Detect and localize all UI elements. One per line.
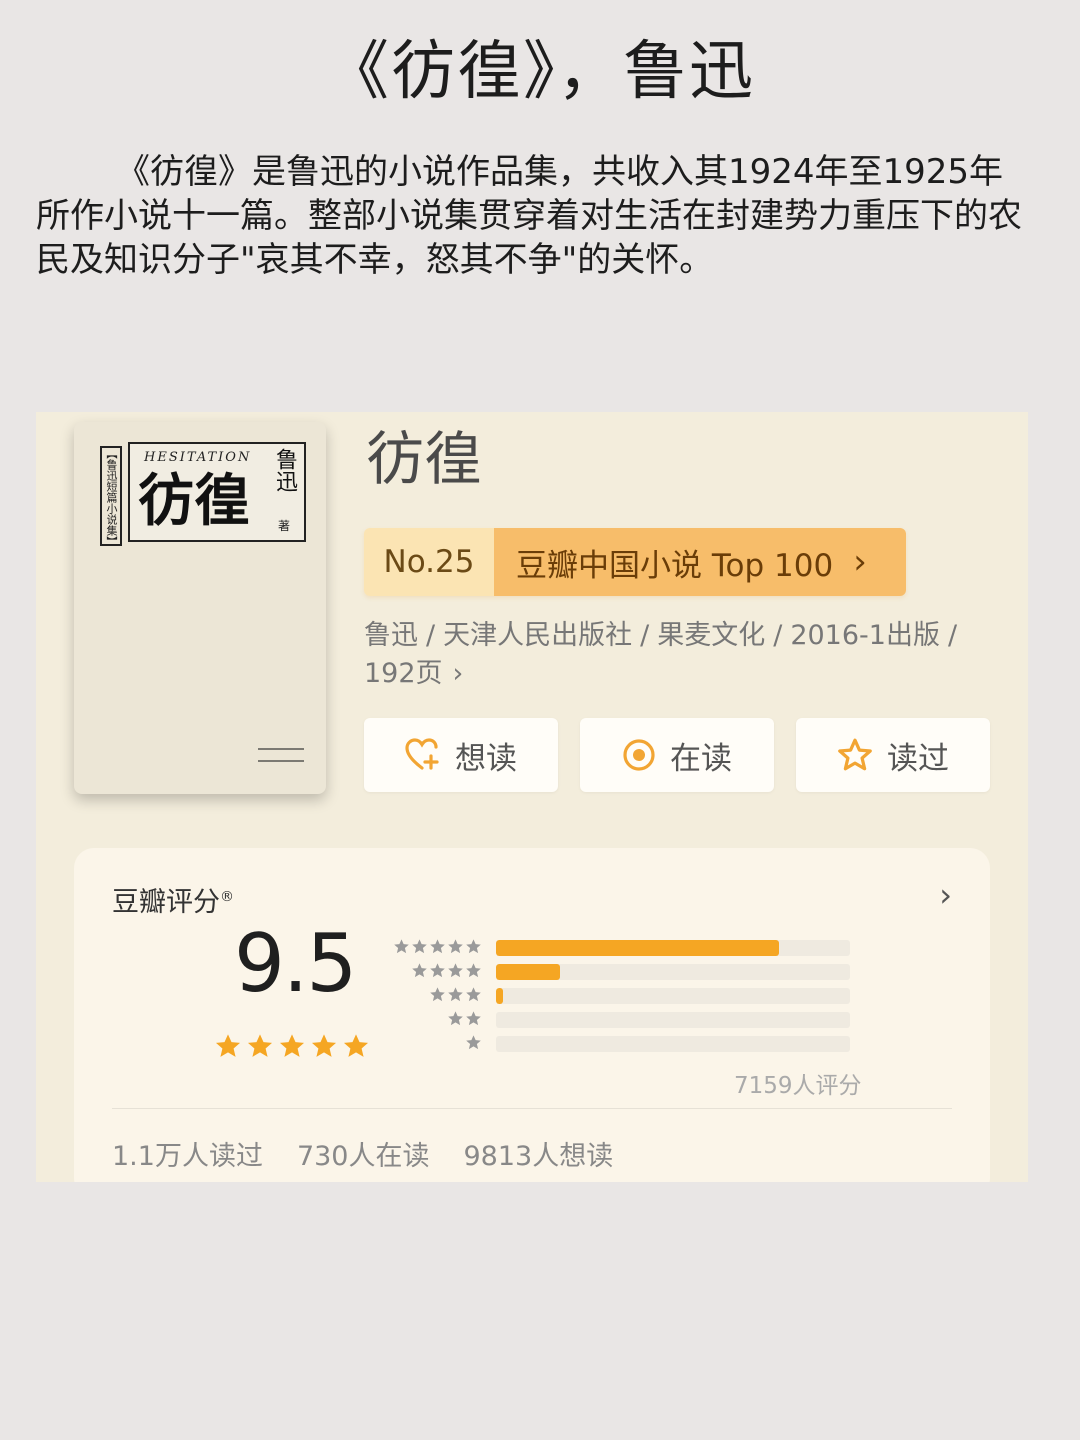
star-icon <box>343 1034 369 1057</box>
cover-title-box: HESITATION 彷徨 鲁迅 著 <box>128 442 306 542</box>
star-icon <box>466 939 481 954</box>
cover-publisher-logo <box>258 748 304 762</box>
star-icon <box>466 1011 481 1026</box>
star-icon <box>311 1034 337 1057</box>
divider <box>112 1108 952 1109</box>
distribution-stars <box>410 962 482 979</box>
cover-series-label: 【鲁迅短篇小说集】 <box>100 446 122 547</box>
meta-pages: 192页 <box>364 658 443 689</box>
rank-number: No.25 <box>364 528 494 596</box>
rating-label: 豆瓣评分® <box>112 880 234 919</box>
cover-chinese-title: 彷徨 <box>138 468 250 534</box>
distribution-row-2 <box>394 1008 854 1032</box>
distribution-stars <box>428 986 482 1003</box>
distribution-row-3 <box>394 984 854 1008</box>
action-buttons: 想读 在读 读过 <box>364 718 1012 792</box>
target-icon <box>623 739 655 771</box>
meta-author: 鲁迅 <box>364 620 418 651</box>
intro-paragraph: 《彷徨》是鲁迅的小说作品集，共收入其1924年至1925年所作小说十一篇。整部小… <box>36 152 1022 280</box>
distribution-track <box>496 940 850 956</box>
star-icon <box>394 939 409 954</box>
meta-publish-date: 2016-1出版 <box>790 620 940 651</box>
reading-button[interactable]: 在读 <box>580 718 774 792</box>
want-to-read-button[interactable]: 想读 <box>364 718 558 792</box>
rating-panel[interactable]: 豆瓣评分® › 9.5 7159人评分 1.1万人读过 730人在读 9813人… <box>74 848 990 1182</box>
chevron-right-icon: › <box>452 658 464 689</box>
distribution-bar <box>496 940 780 956</box>
have-read-label: 读过 <box>887 740 949 777</box>
rating-count: 7159人评分 <box>734 1073 862 1099</box>
reader-stats: 1.1万人读过 730人在读 9813人想读 <box>112 1134 647 1173</box>
rank-list-name: 豆瓣中国小说 Top 100 › <box>494 528 906 596</box>
star-icon <box>412 963 427 978</box>
distribution-stars <box>446 1010 482 1027</box>
rank-banner[interactable]: No.25 豆瓣中国小说 Top 100 › <box>364 528 906 596</box>
want-to-read-label: 想读 <box>455 740 517 777</box>
star-icon <box>215 1034 241 1057</box>
star-icon <box>466 963 481 978</box>
star-icon <box>430 939 445 954</box>
star-icon <box>430 987 445 1002</box>
meta-publisher: 天津人民出版社 <box>443 620 633 651</box>
star-icon <box>279 1034 305 1057</box>
star-outline-icon <box>838 738 872 771</box>
star-icon <box>448 987 463 1002</box>
chevron-right-icon[interactable]: › <box>939 876 952 914</box>
heart-plus-icon <box>405 738 439 770</box>
book-cover[interactable]: 【鲁迅短篇小说集】 HESITATION 彷徨 鲁迅 著 <box>74 422 326 794</box>
distribution-row-4 <box>394 960 854 984</box>
star-icon <box>466 987 481 1002</box>
distribution-row-5 <box>394 936 854 960</box>
stat-reading[interactable]: 730人在读 <box>297 1134 430 1173</box>
book-meta[interactable]: 鲁迅 / 天津人民出版社 / 果麦文化/2016-1出版/192页 › <box>364 617 1004 693</box>
stat-want[interactable]: 9813人想读 <box>464 1134 614 1173</box>
rating-label-text: 豆瓣评分 <box>112 887 220 918</box>
star-icon <box>448 939 463 954</box>
star-icon <box>412 939 427 954</box>
cover-author-suffix: 著 <box>277 519 290 533</box>
distribution-bar <box>496 964 560 980</box>
star-icon <box>247 1034 273 1057</box>
star-icon <box>430 963 445 978</box>
distribution-stars <box>464 1034 482 1051</box>
stat-read[interactable]: 1.1万人读过 <box>112 1134 263 1173</box>
book-card: 【鲁迅短篇小说集】 HESITATION 彷徨 鲁迅 著 彷徨 No.25 豆瓣… <box>36 412 1028 1182</box>
have-read-button[interactable]: 读过 <box>796 718 990 792</box>
rating-score: 9.5 <box>234 917 357 1010</box>
star-icon <box>448 1011 463 1026</box>
cover-author: 鲁迅 <box>272 448 297 492</box>
chevron-right-icon: › <box>853 542 867 582</box>
distribution-track <box>496 988 850 1004</box>
book-title: 彷徨 <box>366 425 483 493</box>
distribution-bar <box>496 988 504 1004</box>
distribution-track <box>496 1036 850 1052</box>
distribution-row-1 <box>394 1032 854 1056</box>
distribution-stars <box>392 938 482 955</box>
score-stars <box>214 1032 374 1060</box>
star-icon <box>466 1035 481 1050</box>
distribution-track <box>496 1012 850 1028</box>
reading-label: 在读 <box>670 740 732 777</box>
cover-english-title: HESITATION <box>144 450 252 465</box>
star-icon <box>448 963 463 978</box>
meta-producer: 果麦文化 <box>657 620 766 651</box>
rank-list-label: 豆瓣中国小说 Top 100 <box>516 547 834 584</box>
registered-mark: ® <box>220 889 234 905</box>
distribution-track <box>496 964 850 980</box>
page-headline: 《彷徨》，鲁迅 <box>325 35 755 109</box>
